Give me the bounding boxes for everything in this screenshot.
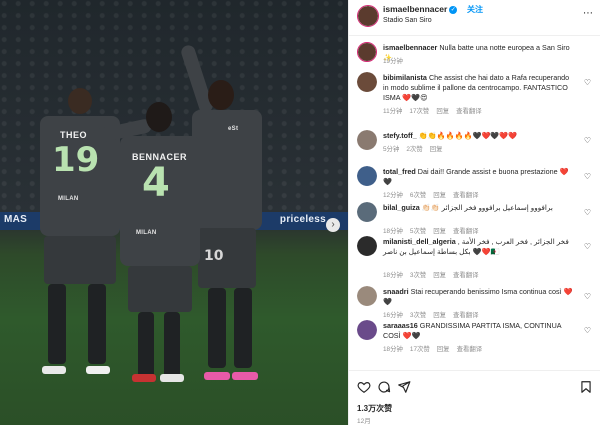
more-options-icon[interactable]: ⋯: [583, 8, 593, 19]
post-actions-bar: 1.3万次赞 12月: [349, 370, 600, 425]
see-translation-button[interactable]: 查看翻译: [453, 272, 479, 279]
comment-time: 18分钟: [383, 346, 403, 353]
post-detail-pane: ismaelbennacer ✓ 关注 Stadio San Siro ⋯ ism…: [348, 0, 600, 425]
post-location[interactable]: Stadio San Siro: [383, 17, 432, 24]
shirt-number-left: 19: [52, 140, 100, 180]
comment-time: 16分钟: [383, 312, 403, 319]
commenter-username[interactable]: bibimilanista: [383, 73, 427, 82]
commenter-avatar-fill: [357, 286, 377, 306]
commenter-avatar[interactable]: [357, 202, 377, 222]
commenter-username[interactable]: total_fred: [383, 167, 416, 176]
commenter-avatar-fill: [357, 130, 377, 150]
comment-text: 👏🏻👏🏻 برافووو إسماعيل برافووو فخر الجزائر: [421, 203, 553, 212]
reply-button[interactable]: 回复: [433, 312, 446, 319]
commenter-username[interactable]: saraaas16: [383, 321, 418, 330]
comment-like-count[interactable]: 17次赞: [409, 108, 429, 115]
see-translation-button[interactable]: 查看翻译: [453, 312, 479, 319]
see-translation-button[interactable]: 查看翻译: [453, 228, 479, 235]
shirt-sponsor-center: MILAN: [136, 230, 157, 236]
caption-time: 19分钟: [383, 58, 403, 65]
comment-like-count[interactable]: 17次赞: [410, 346, 430, 353]
commenter-username[interactable]: milanisti_dell_algeria: [383, 237, 456, 246]
comment-text: Stai recuperando benissimo Isma continua…: [383, 287, 573, 306]
comment-like-count[interactable]: 5次赞: [410, 228, 426, 235]
comment-time: 18分钟: [383, 272, 403, 279]
verified-badge-icon: ✓: [449, 5, 458, 14]
post-photo[interactable]: MAS priceless › THEO 19 MILAN eSt 10 BEN…: [0, 0, 348, 425]
commenter-avatar[interactable]: [357, 72, 377, 92]
shirt-sponsor-right: eSt: [228, 126, 239, 132]
reply-button[interactable]: 回复: [433, 272, 446, 279]
post-header: ismaelbennacer ✓ 关注 Stadio San Siro ⋯: [349, 0, 600, 36]
follow-button[interactable]: 关注: [467, 4, 483, 15]
comment-like-count[interactable]: 3次赞: [410, 272, 426, 279]
comment-like-heart-icon[interactable]: ♡: [584, 292, 591, 301]
comment-time: 5分钟: [383, 146, 400, 153]
post-date: 12月: [357, 418, 371, 425]
commenter-username[interactable]: snaadri: [383, 287, 409, 296]
comment-like-heart-icon[interactable]: ♡: [584, 208, 591, 217]
comment-like-heart-icon[interactable]: ♡: [584, 172, 591, 181]
commenter-username[interactable]: stefy.toff_: [383, 131, 417, 140]
commenter-avatar-fill: [357, 72, 377, 92]
commenter-avatar[interactable]: [357, 286, 377, 306]
commenter-avatar[interactable]: [357, 130, 377, 150]
see-translation-button[interactable]: 查看翻译: [457, 346, 483, 353]
author-avatar[interactable]: [357, 5, 379, 27]
comment-time: 18分钟: [383, 228, 403, 235]
comment-like-heart-icon[interactable]: ♡: [584, 136, 591, 145]
comment-like-count[interactable]: 3次赞: [410, 312, 426, 319]
comment-like-count[interactable]: 2次赞: [406, 146, 422, 153]
commenter-avatar-fill: [357, 236, 377, 256]
commenter-avatar[interactable]: [357, 236, 377, 256]
reply-button[interactable]: 回复: [430, 146, 443, 153]
shirt-sponsor-left: MILAN: [58, 196, 79, 202]
commenter-avatar-fill: [357, 202, 377, 222]
reply-button[interactable]: 回复: [433, 228, 446, 235]
caption-avatar[interactable]: [357, 42, 377, 62]
next-photo-arrow-icon[interactable]: ›: [326, 218, 340, 232]
commenter-username[interactable]: bilal_guiza: [383, 203, 420, 212]
commenter-avatar[interactable]: [357, 166, 377, 186]
see-translation-button[interactable]: 查看翻译: [453, 192, 479, 199]
comment-like-heart-icon[interactable]: ♡: [584, 242, 591, 251]
save-bookmark-icon[interactable]: [579, 380, 593, 394]
board-text-right: priceless: [279, 214, 326, 225]
see-translation-button[interactable]: 查看翻译: [456, 108, 482, 115]
caption-username[interactable]: ismaelbennacer: [383, 43, 437, 52]
author-username[interactable]: ismaelbennacer ✓: [383, 4, 458, 14]
reply-button[interactable]: 回复: [433, 192, 446, 199]
comment-bubble-icon[interactable]: [377, 380, 391, 394]
post-caption: ismaelbennacer Nulla batte una notte eur…: [349, 42, 600, 66]
like-count[interactable]: 1.3万次赞: [357, 403, 392, 414]
like-heart-icon[interactable]: [357, 380, 371, 394]
reply-button[interactable]: 回复: [436, 108, 449, 115]
commenter-avatar-fill: [357, 320, 377, 340]
share-send-icon[interactable]: [397, 380, 411, 394]
shirt-name-left: THEO: [60, 130, 88, 140]
comment-like-heart-icon[interactable]: ♡: [584, 78, 591, 87]
commenter-avatar-fill: [357, 166, 377, 186]
comment-like-count[interactable]: 6次赞: [410, 192, 426, 199]
comment-text: 👏👏🔥🔥🔥🔥🖤❤️🖤❤️❤️: [418, 131, 518, 140]
player-center: BENNACER 4 MILAN: [108, 96, 208, 396]
shirt-number-center: 4: [142, 160, 170, 206]
commenter-avatar[interactable]: [357, 320, 377, 340]
reply-button[interactable]: 回复: [437, 346, 450, 353]
comment-time: 11分钟: [383, 108, 403, 115]
comment-time: 12分钟: [383, 192, 403, 199]
comment-like-heart-icon[interactable]: ♡: [584, 326, 591, 335]
